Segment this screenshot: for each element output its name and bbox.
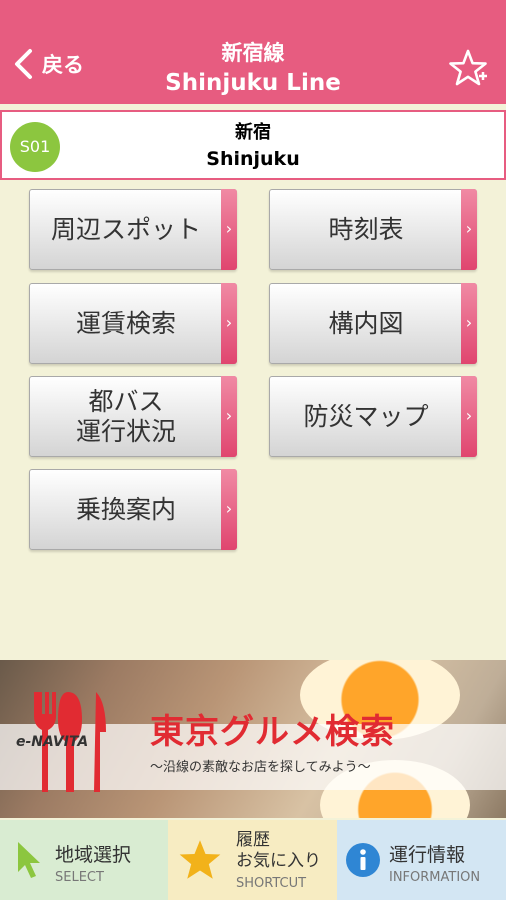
tab-select[interactable]: 地域選択 SELECT (0, 820, 168, 900)
chevron-right-icon: › (461, 189, 477, 270)
transfer-guide-button[interactable]: 乗換案内 › (29, 469, 237, 550)
station-map-button[interactable]: 構内図 › (269, 283, 477, 364)
banner-title: 東京グルメ検索 (150, 712, 395, 752)
timetable-button[interactable]: 時刻表 › (269, 189, 477, 270)
header-bar: 戻る 新宿線 Shinjuku Line (0, 0, 506, 104)
chevron-right-icon: › (461, 283, 477, 364)
title-en: Shinjuku Line (165, 70, 341, 96)
chevron-right-icon: › (461, 376, 477, 457)
nearby-spots-button[interactable]: 周辺スポット › (29, 189, 237, 270)
station-map-label: 構内図 (328, 308, 404, 338)
tab-select-sublabel: SELECT (55, 870, 104, 885)
nearby-spots-label: 周辺スポット (50, 214, 201, 244)
chevron-left-icon (15, 49, 32, 79)
tab-select-label: 地域選択 (55, 844, 132, 866)
chevron-right-icon: › (221, 376, 237, 457)
favorite-star-icon[interactable] (448, 48, 488, 88)
station-name: 新宿 Shinjuku (2, 120, 504, 172)
banner-subtitle: ～沿線の素敵なお店を探してみよう～ (150, 760, 371, 775)
disaster-map-label: 防災マップ (303, 401, 429, 431)
station-name-jp: 新宿 (235, 122, 271, 143)
station-bar: S01 新宿 Shinjuku (0, 110, 506, 180)
bus-status-label: 都バス 運行状況 (75, 386, 176, 446)
fare-search-label: 運賃検索 (75, 308, 176, 338)
chevron-right-icon: › (221, 469, 237, 550)
bus-status-button[interactable]: 都バス 運行状況 › (29, 376, 237, 457)
chevron-right-icon: › (221, 283, 237, 364)
tab-shortcut-label-2: お気に入り (236, 851, 321, 871)
title-jp: 新宿線 (221, 41, 285, 65)
tab-shortcut-sublabel: SHORTCUT (236, 876, 307, 891)
cursor-arrow-icon (18, 842, 40, 878)
disaster-map-button[interactable]: 防災マップ › (269, 376, 477, 457)
chevron-right-icon: › (221, 189, 237, 270)
tab-information-sublabel: INFORMATION (389, 870, 481, 885)
page-title: 新宿線 Shinjuku Line (100, 38, 406, 98)
tab-shortcut-label-1: 履歴 (236, 830, 270, 850)
station-name-en: Shinjuku (206, 148, 300, 170)
tab-shortcut[interactable]: 履歴 お気に入り SHORTCUT (168, 820, 337, 900)
e-navita-logo: e-NAVITA (16, 734, 89, 750)
transfer-guide-label: 乗換案内 (75, 494, 176, 524)
info-icon (346, 843, 380, 877)
fare-search-button[interactable]: 運賃検索 › (29, 283, 237, 364)
tab-information[interactable]: 運行情報 INFORMATION (337, 820, 506, 900)
timetable-label: 時刻表 (328, 214, 404, 244)
tab-information-label: 運行情報 (389, 844, 466, 866)
star-icon (179, 840, 221, 879)
back-button[interactable]: 戻る (12, 48, 84, 80)
back-label: 戻る (42, 53, 84, 77)
